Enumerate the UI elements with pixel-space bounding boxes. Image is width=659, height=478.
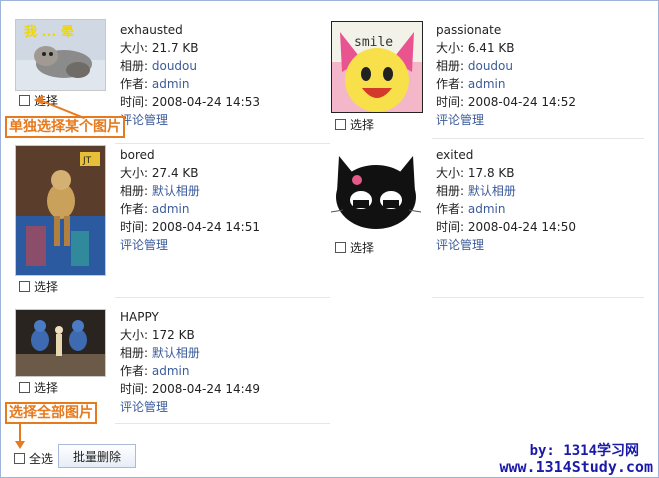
select-all-label: 全选: [29, 452, 54, 466]
author-link[interactable]: admin: [468, 202, 506, 216]
row-divider: [115, 297, 330, 298]
item-size: 大小: 21.7 KB: [120, 41, 199, 56]
author-label: 作者:: [436, 77, 468, 92]
item-name: exited: [436, 148, 474, 162]
comment-manage-link[interactable]: 评论管理: [436, 113, 484, 127]
select-item-passionate[interactable]: 选择: [335, 116, 374, 133]
select-label: 选择: [34, 381, 59, 395]
album-link[interactable]: 默认相册: [152, 184, 200, 198]
callout-single-select: 单独选择某个图片: [5, 116, 125, 138]
thumbnail-exited[interactable]: [331, 152, 421, 234]
album-link[interactable]: 默认相册: [468, 184, 516, 198]
select-all-checkbox[interactable]: [14, 453, 25, 464]
item-time: 时间: 2008-04-24 14:52: [436, 95, 576, 110]
item-info-passionate: passionate 大小: 6.41 KB 相册: doudou 作者: ad…: [436, 21, 576, 130]
album-link[interactable]: doudou: [468, 59, 513, 73]
author-link[interactable]: admin: [152, 364, 190, 378]
select-item-exited[interactable]: 选择: [335, 239, 374, 256]
select-checkbox[interactable]: [19, 95, 30, 106]
album-label: 相册:: [120, 346, 152, 361]
thumbnail-happy[interactable]: [15, 309, 106, 377]
author-label: 作者:: [120, 77, 152, 92]
comment-manage-link[interactable]: 评论管理: [120, 400, 168, 414]
thumbnail-exhausted[interactable]: 我 ... 晕: [15, 19, 106, 91]
select-checkbox[interactable]: [19, 281, 30, 292]
comment-manage-link[interactable]: 评论管理: [436, 238, 484, 252]
item-size: 大小: 6.41 KB: [436, 41, 515, 56]
thumbnail-bored[interactable]: JT: [15, 145, 106, 276]
select-item-happy[interactable]: 选择: [19, 379, 58, 396]
author-label: 作者:: [120, 202, 152, 217]
author-link[interactable]: admin: [152, 202, 190, 216]
item-info-happy: HAPPY 大小: 172 KB 相册: 默认相册 作者: admin 时间: …: [120, 308, 260, 417]
album-label: 相册:: [436, 184, 468, 199]
row-divider: [432, 297, 644, 298]
row-divider: [115, 143, 330, 144]
select-label: 选择: [350, 241, 375, 255]
item-size: 大小: 172 KB: [120, 328, 195, 343]
album-label: 相册:: [120, 59, 152, 74]
row-divider: [115, 423, 330, 424]
select-item-bored[interactable]: 选择: [19, 278, 58, 295]
item-size: 大小: 17.8 KB: [436, 166, 515, 181]
album-label: 相册:: [436, 59, 468, 74]
item-info-bored: bored 大小: 27.4 KB 相册: 默认相册 作者: admin 时间:…: [120, 146, 260, 255]
item-name: passionate: [436, 23, 502, 37]
batch-delete-button[interactable]: 批量删除: [58, 444, 136, 468]
select-checkbox[interactable]: [335, 242, 346, 253]
item-info-exited: exited 大小: 17.8 KB 相册: 默认相册 作者: admin 时间…: [436, 146, 576, 255]
album-link[interactable]: doudou: [152, 59, 197, 73]
comment-manage-link[interactable]: 评论管理: [120, 238, 168, 252]
row-divider: [432, 138, 644, 139]
callout-arrow-head: [34, 95, 43, 105]
item-time: 时间: 2008-04-24 14:49: [120, 382, 260, 397]
item-info-exhausted: exhausted 大小: 21.7 KB 相册: doudou 作者: adm…: [120, 21, 260, 130]
select-label: 选择: [34, 280, 59, 294]
item-name: exhausted: [120, 23, 183, 37]
item-time: 时间: 2008-04-24 14:50: [436, 220, 576, 235]
item-name: bored: [120, 148, 155, 162]
author-label: 作者:: [436, 202, 468, 217]
item-size: 大小: 27.4 KB: [120, 166, 199, 181]
select-label: 选择: [350, 118, 375, 132]
select-checkbox[interactable]: [335, 119, 346, 130]
comment-manage-link[interactable]: 评论管理: [120, 113, 168, 127]
watermark-line1: by: 1314学习网: [529, 443, 639, 459]
author-link[interactable]: admin: [468, 77, 506, 91]
album-link[interactable]: 默认相册: [152, 346, 200, 360]
callout-select-all: 选择全部图片: [5, 402, 97, 424]
thumbnail-passionate[interactable]: smile: [331, 21, 423, 113]
item-time: 时间: 2008-04-24 14:51: [120, 220, 260, 235]
callout-arrow-head: [15, 441, 25, 449]
thumb-smile-text: smile: [354, 35, 393, 50]
select-checkbox[interactable]: [19, 382, 30, 393]
watermark-line2: www.1314Study.com: [499, 458, 653, 476]
author-label: 作者:: [120, 364, 152, 379]
thumb-sign-text: 我 ... 晕: [24, 24, 74, 40]
thumb-tag-text: JT: [82, 156, 92, 166]
item-name: HAPPY: [120, 310, 159, 324]
select-all[interactable]: 全选: [14, 450, 53, 467]
album-label: 相册:: [120, 184, 152, 199]
item-time: 时间: 2008-04-24 14:53: [120, 95, 260, 110]
author-link[interactable]: admin: [152, 77, 190, 91]
